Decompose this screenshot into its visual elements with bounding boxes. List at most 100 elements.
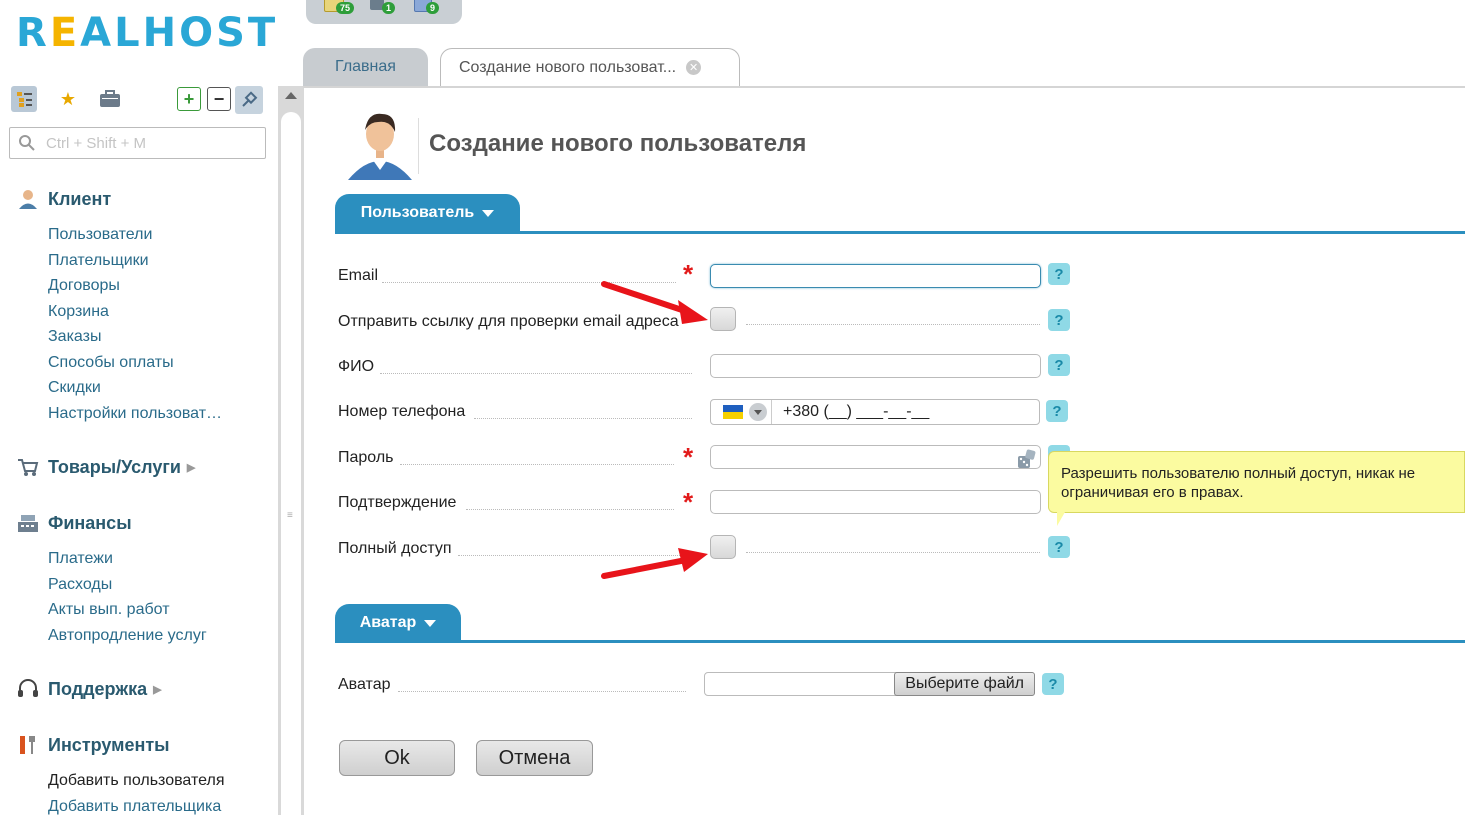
annotation-arrow-icon <box>601 548 708 579</box>
sidebar-scrollbar[interactable]: ≡ <box>278 86 304 837</box>
annotation-arrow-icon <box>601 281 708 324</box>
confirm-password-field[interactable] <box>710 490 1041 514</box>
cancel-button[interactable]: Отмена <box>476 740 593 776</box>
nav-item-contracts[interactable]: Договоры <box>48 277 120 295</box>
favorites-star-icon[interactable]: ★ <box>55 86 81 112</box>
chevron-right-icon: ▶ <box>186 461 196 474</box>
tab-label: Главная <box>335 58 396 75</box>
nav-item-user-settings[interactable]: Настройки пользоват… <box>48 405 222 423</box>
nav-group-goods-services[interactable]: Товары/Услуги ▶ <box>16 455 195 479</box>
nav-group-finance[interactable]: Финансы <box>16 511 132 535</box>
nav-item-payments[interactable]: Платежи <box>48 550 113 568</box>
nav-item-cart[interactable]: Корзина <box>48 303 109 321</box>
scroll-up-arrow-icon[interactable] <box>285 92 297 99</box>
logo-letter-r: R <box>16 10 50 56</box>
help-icon[interactable]: ? <box>1048 354 1070 376</box>
section-avatar-toggle[interactable]: Аватар <box>335 604 461 642</box>
cash-register-icon <box>16 511 40 535</box>
search-icon <box>19 135 35 151</box>
email-label: Email <box>338 267 379 284</box>
pin-icon[interactable] <box>235 86 263 114</box>
password-label: Пароль <box>338 449 394 466</box>
help-icon[interactable]: ? <box>1048 263 1070 285</box>
nav-item-add-user[interactable]: Добавить пользователя <box>48 772 224 790</box>
ok-button[interactable]: Ok <box>339 740 455 776</box>
required-mark: * <box>683 487 694 517</box>
email-field[interactable] <box>710 264 1041 288</box>
dotted-leader <box>398 691 686 692</box>
page-title: Создание нового пользователя <box>429 130 807 157</box>
choose-file-button[interactable]: Выберите файл <box>894 672 1035 696</box>
section-label: Аватар <box>359 614 417 631</box>
phone-field[interactable]: +380 (__) ___-__-__ <box>710 399 1040 425</box>
help-icon[interactable]: ? <box>1048 309 1070 331</box>
expand-all-icon[interactable]: + <box>177 87 201 111</box>
logo-text: ALHOST <box>80 10 279 56</box>
help-icon[interactable]: ? <box>1048 536 1070 558</box>
dotted-leader <box>400 464 674 465</box>
nav-item-expenses[interactable]: Расходы <box>48 576 112 594</box>
generate-password-dice-icon[interactable] <box>1016 448 1038 470</box>
realhost-logo[interactable]: REALHOST <box>16 10 278 56</box>
tools-icon <box>16 733 40 757</box>
caret-down-icon <box>482 209 495 217</box>
avatar-label: Аватар <box>338 676 391 693</box>
tab-create-user[interactable]: Создание нового пользоват... ✕ <box>440 48 740 86</box>
tab-home[interactable]: Главная <box>303 48 428 86</box>
cart-icon <box>16 455 40 479</box>
menu-search-box[interactable] <box>9 127 266 159</box>
logo-letter-e: E <box>49 10 81 56</box>
nav-item-autorenewal[interactable]: Автопродление услуг <box>48 627 207 645</box>
section-label: Пользователь <box>360 204 475 221</box>
caret-down-icon <box>424 619 437 627</box>
tree-view-icon[interactable] <box>11 86 37 112</box>
dotted-leader <box>380 373 692 374</box>
nav-group-support[interactable]: Поддержка ▶ <box>16 677 162 701</box>
resize-grip-icon[interactable]: ≡ <box>287 510 293 521</box>
required-mark: * <box>683 442 694 472</box>
ukraine-flag-icon <box>723 405 743 419</box>
nav-item-payment-methods[interactable]: Способы оплаты <box>48 354 174 372</box>
nav-group-label: Товары/Услуги <box>48 456 181 477</box>
chevron-right-icon: ▶ <box>153 683 162 696</box>
close-tab-icon[interactable]: ✕ <box>686 60 702 75</box>
section-avatar-line <box>335 640 1465 643</box>
dotted-leader <box>474 418 692 419</box>
full-access-tooltip: Разрешить пользователю полный доступ, ни… <box>1048 451 1465 526</box>
fio-field[interactable] <box>710 354 1041 378</box>
nav-item-users[interactable]: Пользователи <box>48 226 152 244</box>
notification-bar: 75 1 9 <box>306 0 462 24</box>
nav-item-payers[interactable]: Плательщики <box>48 252 149 270</box>
scrollbar-thumb[interactable] <box>281 112 301 837</box>
nav-group-label: Клиент <box>48 188 112 209</box>
dotted-leader <box>746 552 1040 553</box>
header-divider <box>418 118 419 174</box>
password-field[interactable] <box>710 445 1041 469</box>
menu-search-input[interactable] <box>44 132 258 154</box>
nav-group-tools[interactable]: Инструменты <box>16 733 170 757</box>
nav-item-acts[interactable]: Акты вып. работ <box>48 601 170 619</box>
fio-label: ФИО <box>338 358 375 375</box>
country-dropdown-icon[interactable] <box>749 403 767 421</box>
nav-group-label: Финансы <box>48 512 132 533</box>
tab-label: Создание нового пользоват... <box>459 58 677 76</box>
help-icon[interactable]: ? <box>1046 400 1068 422</box>
client-icon <box>16 187 40 211</box>
tasks-count-badge: 9 <box>426 2 440 14</box>
phone-value[interactable]: +380 (__) ___-__-__ <box>783 403 929 421</box>
nav-group-label: Инструменты <box>48 734 170 755</box>
help-icon[interactable]: ? <box>1042 673 1064 695</box>
briefcase-icon[interactable] <box>97 86 123 112</box>
phone-separator <box>771 400 772 424</box>
dotted-leader <box>466 509 674 510</box>
nav-group-client[interactable]: Клиент <box>16 187 111 211</box>
avatar-file-input[interactable]: Выберите файл <box>704 672 1035 696</box>
tab-strip-divider <box>303 86 1465 88</box>
confirm-label: Подтверждение <box>338 494 457 511</box>
nav-item-add-payer[interactable]: Добавить плательщика <box>48 798 221 816</box>
section-user-toggle[interactable]: Пользователь <box>335 194 520 232</box>
nav-item-orders[interactable]: Заказы <box>48 328 101 346</box>
users-count-badge: 1 <box>382 2 396 14</box>
collapse-all-icon[interactable]: − <box>207 87 231 111</box>
nav-item-discounts[interactable]: Скидки <box>48 379 101 397</box>
